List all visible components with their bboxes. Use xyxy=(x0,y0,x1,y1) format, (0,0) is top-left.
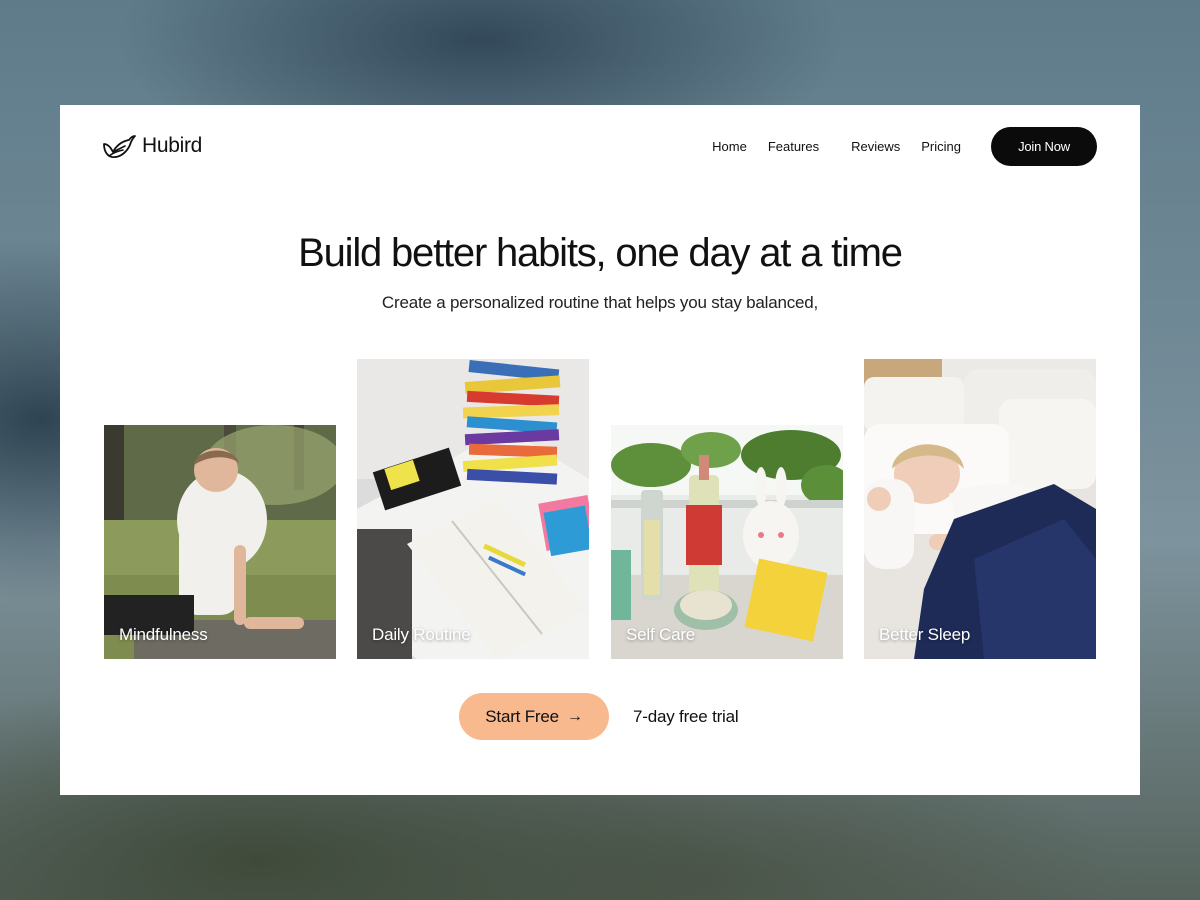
category-card-mindfulness[interactable]: Mindfulness xyxy=(104,425,336,659)
category-label: Daily Routine xyxy=(372,625,471,644)
man-stretching-on-grass-photo xyxy=(104,425,336,659)
self-care-products-on-windowsill-photo xyxy=(611,425,843,659)
nav-link-pricing[interactable]: Pricing xyxy=(921,139,961,154)
category-label: Self Care xyxy=(626,625,696,644)
free-trial-note: 7-day free trial xyxy=(633,706,739,726)
woman-sleeping-in-bed-photo xyxy=(864,359,1096,659)
nav-link-features[interactable]: Features xyxy=(768,139,819,154)
join-now-button[interactable]: Join Now xyxy=(991,126,1097,166)
stack-of-books-on-desk-photo xyxy=(357,359,589,659)
category-card-daily-routine[interactable]: Daily Routine xyxy=(357,359,589,659)
landing-card: Hubird Home Features Reviews Pricing Joi… xyxy=(60,105,1140,795)
category-card-self-care[interactable]: Self Care xyxy=(611,425,843,659)
hero-subtitle: Create a personalized routine that helps… xyxy=(381,293,819,312)
cta-row: Start Free → 7-day free trial xyxy=(459,693,739,740)
nav-link-home[interactable]: Home xyxy=(712,139,747,154)
top-navigation: Hubird Home Features Reviews Pricing Joi… xyxy=(102,126,1097,166)
brand-name: Hubird xyxy=(142,134,203,157)
category-label: Mindfulness xyxy=(119,625,208,644)
bird-logo-icon xyxy=(103,135,136,158)
nav-link-reviews[interactable]: Reviews xyxy=(851,139,900,154)
main-menu: Home Features Reviews Pricing Join Now xyxy=(691,126,1097,166)
category-label: Better Sleep xyxy=(879,625,971,644)
brand-logo[interactable]: Hubird xyxy=(102,132,202,160)
arrow-right-icon: → xyxy=(566,707,583,725)
start-free-label: Start Free xyxy=(485,706,559,726)
category-card-better-sleep[interactable]: Better Sleep xyxy=(864,359,1096,659)
hero-title: Build better habits, one day at a time xyxy=(298,231,903,275)
start-free-button[interactable]: Start Free → xyxy=(459,693,609,740)
